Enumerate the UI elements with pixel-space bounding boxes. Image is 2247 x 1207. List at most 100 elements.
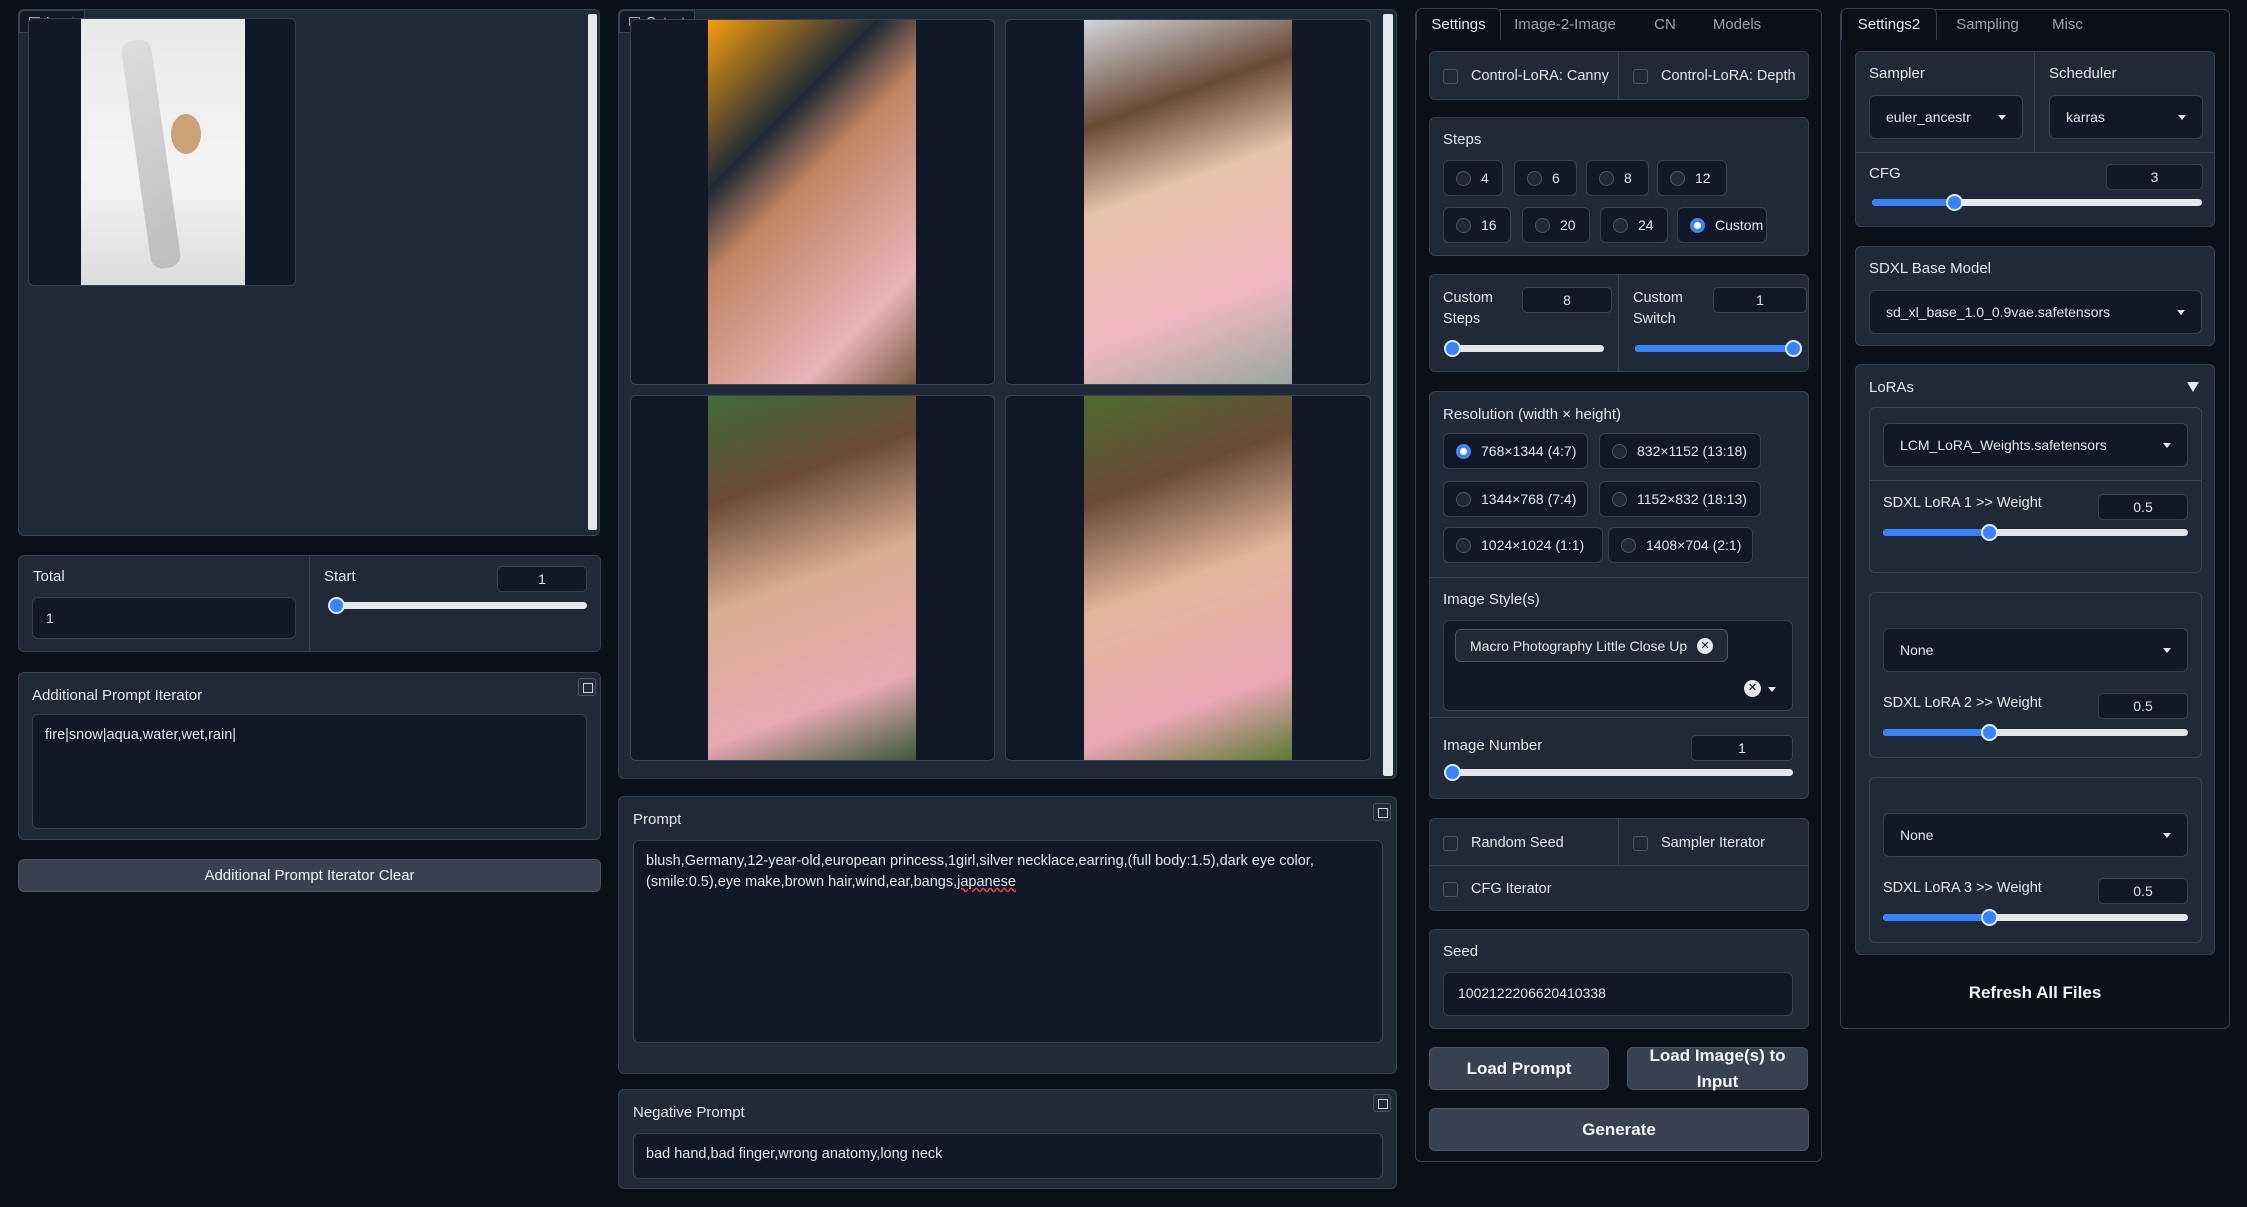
lora-2-weight-slider[interactable] [1883,724,2188,741]
tab-models[interactable]: Models [1702,8,1772,40]
load-prompt-button[interactable]: Load Prompt [1429,1047,1609,1090]
steps-option-16[interactable]: 16 [1443,207,1511,243]
load-images-button[interactable]: Load Image(s) to Input [1627,1046,1808,1091]
checkbox[interactable] [1443,881,1458,897]
radio[interactable] [1527,170,1542,186]
tab-sampling[interactable]: Sampling [1945,8,2030,40]
sampler-iterator-checkbox[interactable]: Sampler Iterator [1633,835,1765,851]
resolution-option[interactable]: 768×1344 (4:7) [1443,433,1588,469]
radio-selected[interactable] [1690,217,1705,233]
image-number-input[interactable]: 1 [1691,735,1793,761]
steps-option-custom[interactable]: Custom [1677,207,1767,243]
radio[interactable] [1599,170,1614,186]
output-image-2[interactable] [1005,19,1371,385]
custom-switch-slider[interactable] [1635,340,1802,357]
input-image-panel[interactable]: Input [18,9,600,536]
iterator-clear-button[interactable]: Additional Prompt Iterator Clear [18,859,601,892]
custom-switch-number[interactable]: 1 [1713,287,1807,313]
steps-option-6[interactable]: 6 [1514,160,1577,196]
checkbox[interactable] [1443,835,1458,851]
steps-option-8[interactable]: 8 [1586,160,1649,196]
custom-steps-thumb[interactable] [1444,340,1461,357]
radio[interactable] [1670,170,1685,186]
tab-settings[interactable]: Settings [1416,8,1501,40]
copy-icon[interactable] [578,678,596,696]
copy-icon[interactable] [1373,1094,1391,1112]
chevron-down-icon[interactable] [1768,687,1776,692]
output-image-1[interactable] [630,19,995,385]
copy-icon[interactable] [1373,803,1391,821]
lora-2-weight-number[interactable]: 0.5 [2098,693,2188,719]
lora-1-weight-thumb[interactable] [1981,524,1998,541]
custom-steps-slider[interactable] [1444,340,1604,357]
cfg-slider-thumb[interactable] [1946,194,1963,211]
start-number[interactable]: 1 [497,566,587,592]
lora-3-weight-slider[interactable] [1883,909,2188,926]
cfg-slider[interactable] [1872,194,2202,211]
radio[interactable] [1613,217,1628,233]
input-scrollbar[interactable] [588,14,597,530]
scheduler-dropdown[interactable]: karras [2049,95,2203,139]
steps-option-24[interactable]: 24 [1600,207,1668,243]
image-number-slider[interactable] [1444,764,1793,781]
image-number-thumb[interactable] [1444,764,1461,781]
radio[interactable] [1535,217,1550,233]
radio[interactable] [1456,170,1471,186]
resolution-option[interactable]: 1024×1024 (1:1) [1443,527,1603,563]
collapse-triangle-icon[interactable] [2187,382,2199,392]
checkbox[interactable] [1443,68,1458,84]
radio[interactable] [1621,537,1636,553]
lora-2-model-dropdown[interactable]: None [1883,628,2188,672]
lora-3-weight-thumb[interactable] [1981,909,1998,926]
sampler-dropdown[interactable]: euler_ancestr [1869,95,2023,139]
resolution-option[interactable]: 1408×704 (2:1) [1608,527,1753,563]
resolution-option[interactable]: 1152×832 (18:13) [1599,481,1761,517]
seed-input[interactable]: 1002122206620410338 [1443,972,1793,1016]
random-seed-checkbox[interactable]: Random Seed [1443,835,1564,851]
resolution-option[interactable]: 832×1152 (13:18) [1599,433,1761,469]
control-lora-depth[interactable]: Control-LoRA: Depth [1633,68,1796,84]
clear-icon[interactable]: ✕ [1744,680,1761,697]
prompt-textarea[interactable]: blush,Germany,12-year-old,european princ… [633,840,1383,1043]
refresh-all-files-button[interactable]: Refresh All Files [1855,983,2215,1003]
negative-prompt-textarea[interactable]: bad hand,bad finger,wrong anatomy,long n… [633,1133,1383,1179]
output-scrollbar[interactable] [1383,14,1393,776]
lora-1-weight-number[interactable]: 0.5 [2098,494,2188,520]
radio[interactable] [1456,537,1471,553]
steps-option-4[interactable]: 4 [1443,160,1503,196]
radio[interactable] [1456,491,1471,507]
output-image-4[interactable] [1005,395,1371,761]
lora-2-weight-thumb[interactable] [1981,724,1998,741]
start-slider[interactable] [328,597,587,614]
lora-3-weight-number[interactable]: 0.5 [2098,878,2188,904]
radio[interactable] [1456,217,1471,233]
steps-option-12[interactable]: 12 [1657,160,1727,196]
tab-image-2-image[interactable]: Image-2-Image [1510,8,1620,40]
start-slider-thumb[interactable] [328,597,345,614]
tab-cn[interactable]: CN [1640,8,1690,40]
steps-option-20[interactable]: 20 [1522,207,1590,243]
lora-1-model-dropdown[interactable]: LCM_LoRA_Weights.safetensors [1883,423,2188,467]
total-input[interactable]: 1 [32,597,296,639]
cfg-number[interactable]: 3 [2106,164,2203,190]
resolution-option[interactable]: 1344×768 (7:4) [1443,481,1588,517]
cfg-iterator-checkbox[interactable]: CFG Iterator [1443,881,1552,897]
control-lora-canny[interactable]: Control-LoRA: Canny [1443,68,1609,84]
radio[interactable] [1612,443,1627,459]
image-style-select[interactable]: Macro Photography Little Close Up ✕ ✕ [1443,620,1793,711]
tab-settings2[interactable]: Settings2 [1841,8,1937,40]
checkbox[interactable] [1633,68,1648,84]
base-model-dropdown[interactable]: sd_xl_base_1.0_0.9vae.safetensors [1869,290,2202,334]
custom-switch-thumb[interactable] [1785,340,1802,357]
radio-selected[interactable] [1456,443,1471,459]
output-image-3[interactable] [630,395,995,761]
input-thumbnail[interactable] [28,18,296,286]
lora-3-model-dropdown[interactable]: None [1883,813,2188,857]
style-chip[interactable]: Macro Photography Little Close Up ✕ [1455,629,1729,662]
radio[interactable] [1612,491,1627,507]
lora-1-weight-slider[interactable] [1883,524,2188,541]
custom-steps-number[interactable]: 8 [1522,287,1612,313]
checkbox[interactable] [1633,835,1648,851]
iterator-textarea[interactable]: fire|snow|aqua,water,wet,rain| [32,714,587,829]
generate-button[interactable]: Generate [1429,1108,1809,1151]
